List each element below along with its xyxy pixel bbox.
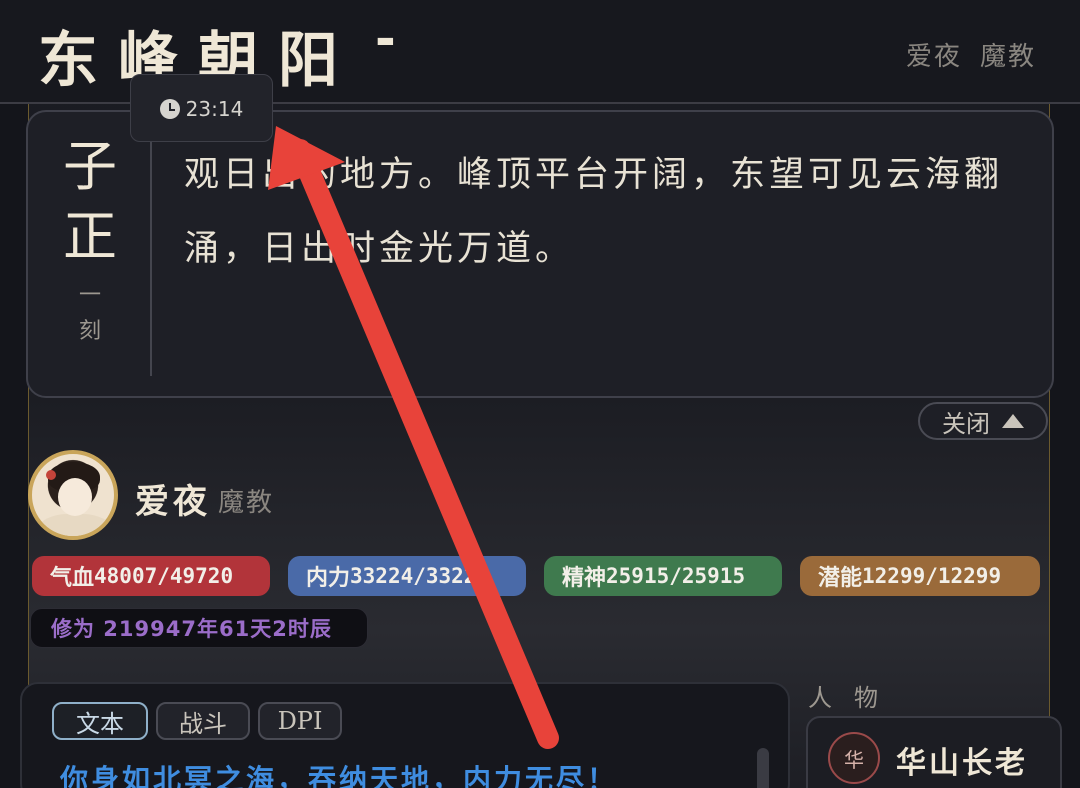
cultivation-badge: 修为 219947年61天2时辰	[30, 608, 368, 648]
npc-badge: 华	[828, 732, 880, 784]
stat-internal-force[interactable]: 内力 33224/33224	[288, 556, 526, 596]
close-label: 关闭	[942, 409, 990, 438]
game-time-column: 子 正 一 刻	[28, 112, 152, 398]
npc-list-item[interactable]: 华 华山长老	[806, 716, 1062, 788]
stat-internal-force-value: 33224/33224	[350, 564, 490, 588]
stat-internal-force-label: 内力	[306, 566, 351, 591]
time-sub-bottom: 刻	[78, 319, 101, 344]
divider	[150, 136, 152, 376]
collapse-up-icon	[1002, 414, 1024, 428]
player-avatar[interactable]	[28, 450, 118, 540]
npc-name: 华山长老	[896, 746, 1028, 781]
time-sub-top: 一	[78, 283, 101, 308]
log-message: 你身如北冥之海，吞纳天地，内力无尽！	[60, 763, 619, 788]
log-scrollbar[interactable]	[757, 748, 769, 788]
stat-potential-value: 12299/12299	[862, 564, 1002, 588]
header-user-info: 爱夜 魔教	[888, 36, 1036, 73]
people-section-title: 人物	[808, 684, 900, 712]
stat-potential-label: 潜能	[818, 566, 863, 591]
close-description-button[interactable]: 关闭	[918, 402, 1048, 440]
clock-icon	[159, 99, 180, 119]
time-glyph-bottom: 正	[63, 205, 117, 268]
tab-dpi[interactable]: DPI	[258, 702, 342, 740]
stat-hp-label: 气血	[50, 566, 95, 591]
stat-hp-value: 48007/49720	[94, 564, 234, 588]
tab-text[interactable]: 文本	[52, 702, 148, 740]
time-chip: 23:14	[130, 74, 273, 142]
header-user-name: 爱夜	[905, 42, 962, 72]
stat-spirit-label: 精神	[562, 566, 607, 591]
message-log-panel: 文本 战斗 DPI 你身如北冥之海，吞纳天地，内力无尽！	[20, 682, 790, 788]
time-glyph-top: 子	[63, 135, 117, 198]
player-faction: 魔教	[218, 488, 275, 518]
stat-spirit[interactable]: 精神 25915/25915	[544, 556, 782, 596]
location-title-suffix: -	[375, 10, 396, 68]
header-user-faction: 魔教	[979, 42, 1036, 72]
location-description-text: 观日出的地方。峰顶平台开阔，东望可见云海翻涌，日出时金光万道。	[184, 155, 1004, 269]
location-description-card: 子 正 一 刻 观日出的地方。峰顶平台开阔，东望可见云海翻涌，日出时金光万道。	[26, 110, 1054, 398]
stat-spirit-value: 25915/25915	[606, 564, 746, 588]
player-name: 爱夜	[135, 482, 211, 522]
stat-hp[interactable]: 气血 48007/49720	[32, 556, 270, 596]
time-value: 23:14	[185, 97, 244, 121]
tab-battle[interactable]: 战斗	[156, 702, 250, 740]
stat-potential[interactable]: 潜能 12299/12299	[800, 556, 1040, 596]
